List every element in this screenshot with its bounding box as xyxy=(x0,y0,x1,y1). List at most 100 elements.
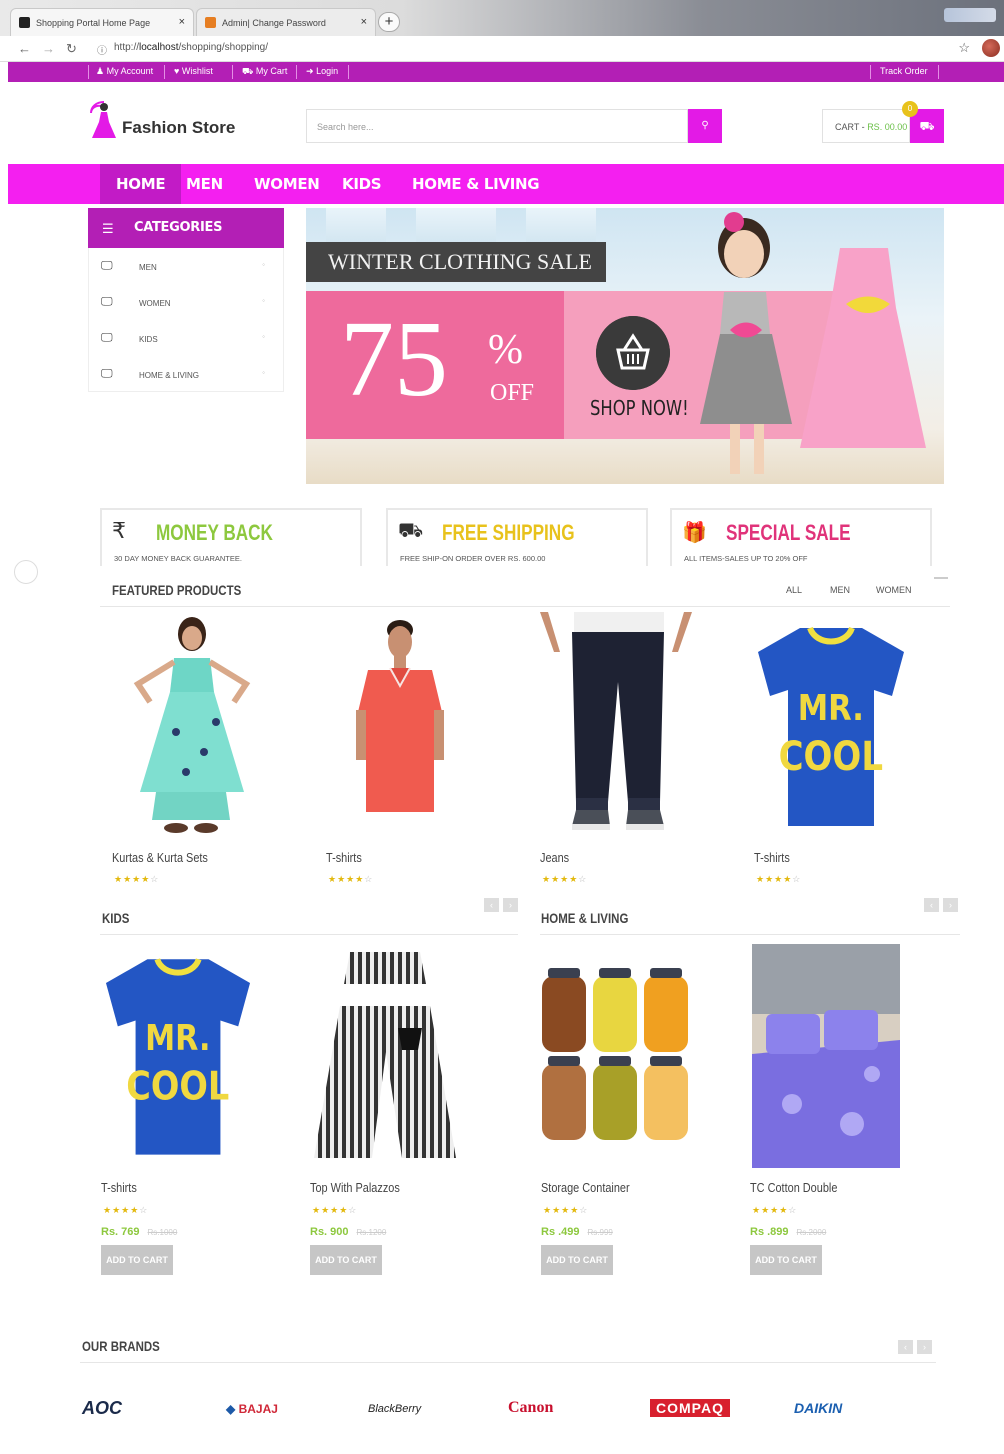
category-item-kids[interactable]: 🖵 KIDS ◦ xyxy=(89,320,285,356)
next-arrow-icon[interactable]: › xyxy=(503,898,518,912)
brand-logo-daikin[interactable]: DAIKIN xyxy=(794,1400,842,1416)
category-item-home-living[interactable]: 🖵 HOME & LIVING ◦ xyxy=(89,356,285,392)
shop-now-button[interactable]: SHOP NOW! xyxy=(590,396,689,420)
info-icon[interactable]: ⓘ xyxy=(97,42,107,57)
prev-arrow-icon[interactable]: ‹ xyxy=(484,898,499,912)
product-image-storage-jars[interactable] xyxy=(540,968,690,1144)
window-controls[interactable] xyxy=(944,8,996,22)
current-price: Rs .499 xyxy=(541,1226,580,1238)
next-arrow-icon[interactable]: › xyxy=(943,898,958,912)
product-name[interactable]: Storage Container xyxy=(541,1180,630,1195)
tab-all[interactable]: ALL xyxy=(786,585,802,595)
product-name[interactable]: T-shirts xyxy=(326,850,362,865)
divider xyxy=(80,1362,936,1363)
add-to-cart-button[interactable]: ADD TO CART xyxy=(310,1245,382,1275)
my-account-link[interactable]: ♟ My Account xyxy=(96,66,153,77)
side-scroll-indicator[interactable] xyxy=(14,560,38,584)
brand-logo-bajaj[interactable]: ◆ BAJAJ xyxy=(226,1402,278,1416)
categories-header: ☰ CATEGORIES xyxy=(88,208,284,248)
product-image-jeans[interactable] xyxy=(540,612,692,838)
product-image-kids-tee[interactable]: MR. COOL xyxy=(104,950,252,1160)
brands-carousel-arrows: ‹ › xyxy=(898,1340,932,1354)
browser-tab-active[interactable]: Shopping Portal Home Page × xyxy=(10,8,194,36)
product-image-polo[interactable] xyxy=(346,612,456,838)
category-item-men[interactable]: 🖵 MEN ◦ xyxy=(89,248,285,284)
category-item-women[interactable]: 🖵 WOMEN ◦ xyxy=(89,284,285,320)
url-field[interactable]: http://localhost/shopping/shopping/ xyxy=(114,42,268,53)
nav-home-living[interactable]: HOME & LIVING xyxy=(396,164,555,204)
back-icon[interactable]: ← xyxy=(18,41,31,56)
home-living-carousel-arrows: ‹ › xyxy=(924,898,958,912)
store-logo-text[interactable]: Fashion Store xyxy=(122,118,235,138)
svg-text:COOL: COOL xyxy=(126,1063,229,1109)
wishlist-link[interactable]: ♥ Wishlist xyxy=(174,66,213,76)
price: Rs .499 Rs.999 xyxy=(541,1226,613,1238)
profile-avatar[interactable] xyxy=(982,39,1000,57)
product-image-bedsheet[interactable] xyxy=(752,944,900,1168)
search-input[interactable]: Search here... xyxy=(306,109,688,143)
url-prefix: http:// xyxy=(114,42,140,53)
forward-icon[interactable]: → xyxy=(42,41,55,56)
product-name[interactable]: T-shirts xyxy=(101,1180,137,1195)
banner-model-image xyxy=(700,212,926,474)
reload-icon[interactable]: ↻ xyxy=(66,41,77,57)
url-host: localhost xyxy=(139,42,179,53)
link-label: Login xyxy=(316,66,339,76)
brand-logo-blackberry[interactable]: BlackBerry xyxy=(368,1403,421,1415)
login-link[interactable]: ➜ Login xyxy=(306,66,338,77)
close-tab-icon[interactable]: × xyxy=(179,16,185,28)
add-to-cart-button[interactable]: ADD TO CART xyxy=(541,1245,613,1275)
close-tab-icon[interactable]: × xyxy=(361,16,367,28)
nav-kids[interactable]: KIDS xyxy=(326,164,397,204)
banner-off: OFF xyxy=(490,380,535,406)
tab-women[interactable]: WOMEN xyxy=(876,585,912,595)
bajaj-mark-icon: ◆ xyxy=(226,1402,236,1416)
svg-text:COOL: COOL xyxy=(779,733,883,779)
brand-logo-compaq[interactable]: COMPAQ xyxy=(650,1399,730,1417)
new-tab-button[interactable]: + xyxy=(378,12,400,32)
search-button[interactable]: ⚲ xyxy=(688,109,722,143)
cart-summary[interactable]: CART - RS. 00.00 xyxy=(822,109,910,143)
rating-stars: ★★★★☆ xyxy=(312,1205,358,1215)
cart-amount: RS. 00.00 xyxy=(867,122,908,132)
track-order-link[interactable]: Track Order xyxy=(880,66,928,76)
tab-title: Admin| Change Password xyxy=(222,17,326,28)
logo-dress-icon[interactable] xyxy=(86,98,122,142)
rating-stars: ★★★★☆ xyxy=(752,1205,798,1215)
tab-men[interactable]: MEN xyxy=(830,585,850,595)
browser-chrome: Shopping Portal Home Page × Admin| Chang… xyxy=(0,0,1004,62)
current-price: Rs. 900 xyxy=(310,1226,349,1238)
nav-men[interactable]: MEN xyxy=(170,164,239,204)
product-name[interactable]: Jeans xyxy=(540,850,569,865)
brand-logo-canon[interactable]: Canon xyxy=(508,1399,553,1417)
prev-arrow-icon[interactable]: ‹ xyxy=(898,1340,913,1354)
rating-stars: ★★★★☆ xyxy=(114,874,160,884)
product-image-palazzo[interactable] xyxy=(310,942,460,1166)
nav-women[interactable]: WOMEN xyxy=(238,164,336,204)
promo-banner[interactable]: WINTER CLOTHING SALE 75 % OFF SHOP NOW! xyxy=(306,208,944,484)
rating-stars: ★★★★☆ xyxy=(543,1205,589,1215)
feature-special-sale: 🎁 SPECIAL SALE ALL ITEMS-SALES UP TO 20%… xyxy=(670,508,932,566)
next-arrow-icon[interactable]: › xyxy=(917,1340,932,1354)
current-price: Rs .899 xyxy=(750,1226,789,1238)
price: Rs. 769 Rs.1000 xyxy=(101,1226,177,1238)
divider xyxy=(934,577,948,579)
product-image-mr-cool-tee[interactable]: MR. COOL xyxy=(756,620,906,830)
product-image-kurta[interactable] xyxy=(116,612,266,838)
brand-logo-aoc[interactable]: AOC xyxy=(82,1398,122,1419)
prev-arrow-icon[interactable]: ‹ xyxy=(924,898,939,912)
category-label: MEN xyxy=(139,263,157,272)
product-name[interactable]: T-shirts xyxy=(754,850,790,865)
add-to-cart-button[interactable]: ADD TO CART xyxy=(750,1245,822,1275)
browser-tab[interactable]: Admin| Change Password × xyxy=(196,8,376,36)
add-to-cart-button[interactable]: ADD TO CART xyxy=(101,1245,173,1275)
product-name[interactable]: TC Cotton Double xyxy=(750,1180,837,1195)
monitor-icon: 🖵 xyxy=(101,294,113,308)
my-cart-link[interactable]: ⛟ My Cart xyxy=(242,66,287,78)
divider xyxy=(348,65,349,79)
bookmark-star-icon[interactable]: ☆ xyxy=(958,40,970,56)
product-name[interactable]: Kurtas & Kurta Sets xyxy=(112,850,208,865)
product-name[interactable]: Top With Palazzos xyxy=(310,1180,400,1195)
feature-title: MONEY BACK xyxy=(156,520,273,545)
feature-subtitle: ALL ITEMS-SALES UP TO 20% OFF xyxy=(684,554,808,563)
